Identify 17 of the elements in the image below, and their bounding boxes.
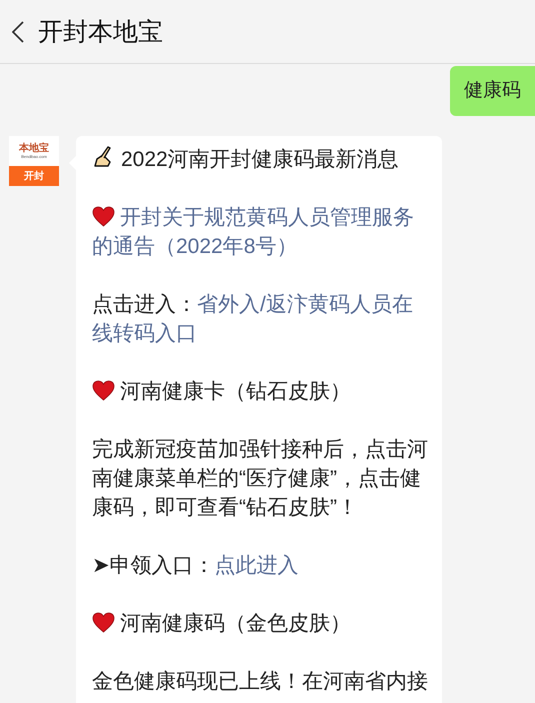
notice-link[interactable]: 开封关于规范黄码人员管理服务的通告（2022年8号） — [92, 203, 430, 261]
entry-link[interactable]: 点此进入 — [214, 554, 299, 577]
section-heading: 河南健康码（金色皮肤） — [120, 612, 351, 635]
logo-city: 开封 — [9, 166, 59, 186]
heart-icon — [92, 206, 115, 227]
chat-title: 开封本地宝 — [38, 17, 163, 48]
section-heading: 河南健康卡（钻石皮肤） — [120, 380, 351, 403]
sent-message: 健康码 — [450, 66, 535, 116]
section-heading: 2022河南开封健康码最新消息 — [121, 148, 399, 171]
entry-label: ➤申领入口： — [92, 554, 215, 577]
message-text: 金色健康码现已上线！在河南省内接 — [92, 670, 428, 693]
heart-icon — [92, 612, 115, 633]
logo-brand: 本地宝 — [19, 143, 49, 154]
message-text: 完成新冠疫苗加强针接种后，点击河南健康菜单栏的“医疗健康”，点击健康码，即可查看“钻石皮肤”！ — [92, 438, 428, 519]
back-icon[interactable] — [12, 20, 24, 42]
heart-icon — [92, 380, 115, 401]
entry-link-sentence[interactable]: 点击进入：省外入/返汴黄码人员在线转码入口 — [92, 290, 430, 348]
